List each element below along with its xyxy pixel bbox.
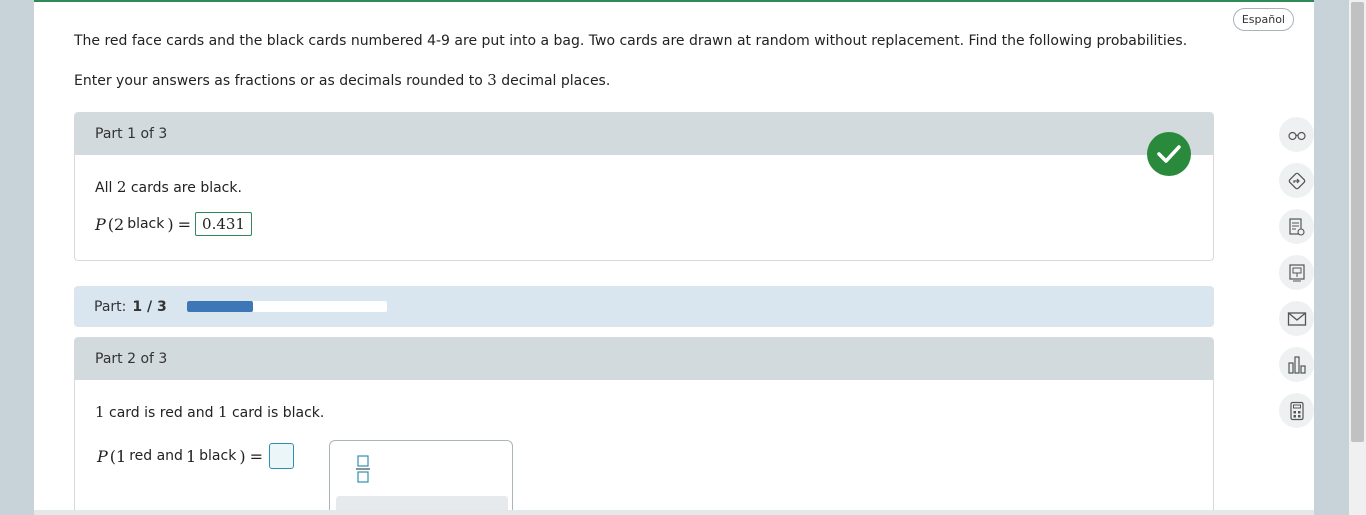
part-2-statement-number-1: 1 — [95, 403, 105, 421]
part-2-statement: 1 card is red and 1 card is black. — [95, 403, 324, 421]
eq-word-1: red and — [129, 448, 183, 464]
part-1-statement-pre: All — [95, 180, 113, 196]
progress-value: 1 / 3 — [132, 298, 167, 315]
part-2-header: Part 2 of 3 — [75, 338, 1213, 380]
math-palette — [329, 440, 513, 510]
fraction-icon[interactable] — [352, 453, 374, 485]
eq-word-2: black — [199, 448, 237, 464]
chart-icon[interactable] — [1279, 347, 1314, 382]
part-2-equation: P ( 1 red and 1 black ) = — [97, 443, 294, 469]
correct-check-icon — [1147, 132, 1191, 176]
question-text: The red face cards and the black cards n… — [74, 33, 1188, 49]
probability-symbol: P — [95, 214, 106, 234]
part-1-equation: P ( 2 black ) = 0.431 — [95, 212, 252, 236]
mail-icon[interactable] — [1279, 301, 1314, 336]
close-paren: ) — [239, 446, 246, 466]
instruction-pre: Enter your answers as fractions or as de… — [74, 73, 483, 89]
part-1-answer-field[interactable]: 0.431 — [195, 212, 252, 236]
part-2-answer-field[interactable] — [268, 443, 294, 469]
calculator-icon[interactable] — [1279, 393, 1314, 428]
part-1-statement-number: 2 — [116, 178, 127, 196]
part-2-card: Part 2 of 3 1 card is red and 1 card is … — [74, 337, 1214, 510]
language-toggle-button[interactable]: Español — [1232, 8, 1294, 31]
part-1-statement: All 2 cards are black. — [95, 178, 242, 196]
progress-fill — [186, 301, 254, 312]
eq-number-1: 1 — [116, 446, 127, 466]
instruction-post: decimal places. — [501, 73, 611, 89]
eq-number: 2 — [114, 214, 125, 234]
part-1-statement-post: cards are black. — [130, 180, 242, 196]
bottom-strip — [34, 510, 1314, 515]
instruction-number: 3 — [487, 71, 497, 89]
progress-label: Part: — [94, 298, 127, 315]
part-2-statement-post: card is black. — [231, 405, 325, 421]
glasses-icon[interactable] — [1279, 117, 1314, 152]
palette-row[interactable] — [336, 496, 508, 510]
scrollbar-thumb[interactable] — [1351, 2, 1364, 442]
part-1-card: Part 1 of 3 All 2 cards are black. P ( 2… — [74, 112, 1214, 261]
notes-icon[interactable] — [1279, 209, 1314, 244]
part-2-statement-mid: card is red and — [109, 405, 214, 421]
probability-symbol: P — [97, 446, 108, 466]
part-2-statement-number-2: 1 — [217, 403, 228, 421]
instruction-text: Enter your answers as fractions or as de… — [74, 71, 610, 89]
hint-arrow-icon[interactable] — [1279, 163, 1314, 198]
eq-number-2: 1 — [185, 446, 197, 466]
part-1-header: Part 1 of 3 — [75, 113, 1213, 155]
equals-sign: = — [177, 214, 192, 234]
close-paren: ) — [167, 214, 174, 234]
equals-sign: = — [249, 446, 263, 466]
part-progress-bar: Part: 1 / 3 — [74, 286, 1214, 327]
eq-word: black — [127, 216, 165, 232]
textbook-icon[interactable] — [1279, 255, 1314, 290]
question-page: Español The red face cards and the black… — [34, 0, 1314, 510]
progress-track — [186, 301, 387, 312]
